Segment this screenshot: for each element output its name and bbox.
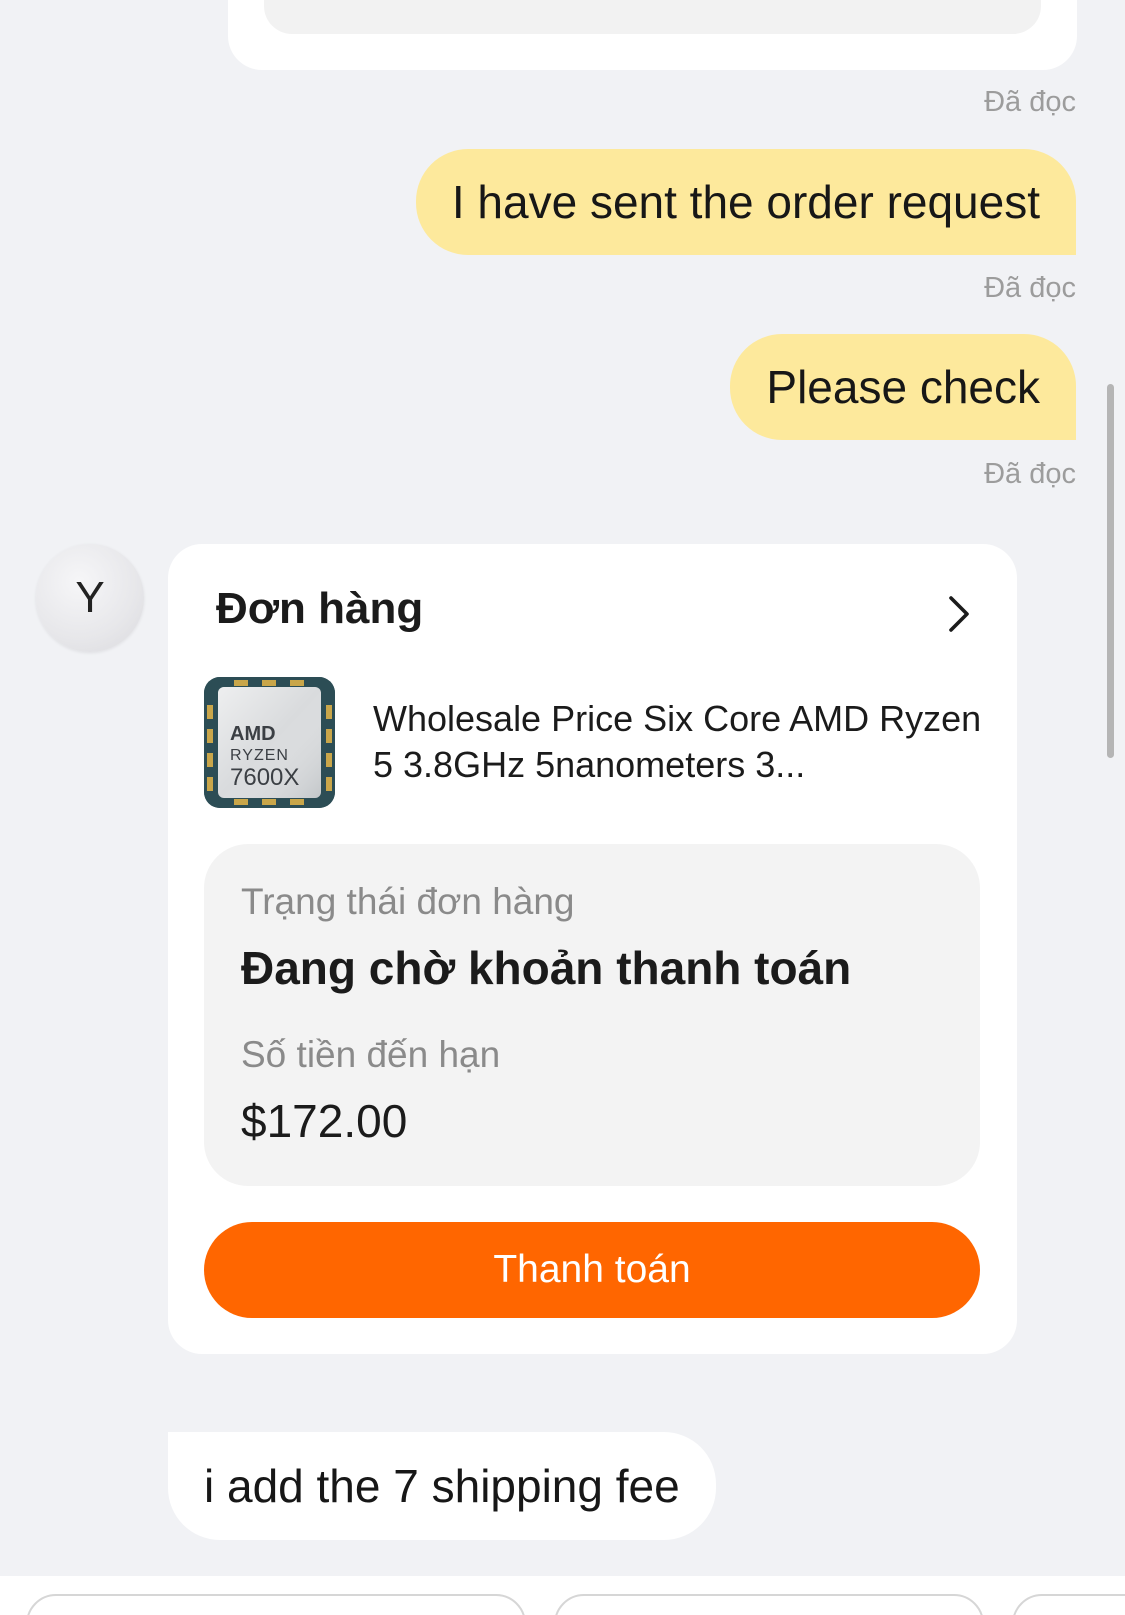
read-receipt: Đã đọc <box>984 458 1076 490</box>
order-status-value: Đang chờ khoản thanh toán <box>241 942 852 994</box>
quick-reply-chip[interactable] <box>554 1594 984 1615</box>
avatar[interactable]: Y <box>36 544 144 652</box>
order-card[interactable]: Đơn hàng AMD RYZEN 7600X Wholesale Price… <box>168 544 1017 1354</box>
amount-due-value: $172.00 <box>241 1095 408 1147</box>
chip-brand-text: AMD <box>230 723 276 745</box>
order-status-box: Trạng thái đơn hàng Đang chờ khoản thanh… <box>204 844 980 1186</box>
chevron-right-icon[interactable] <box>941 592 977 636</box>
quick-reply-chip[interactable] <box>26 1594 526 1615</box>
product-image[interactable]: AMD RYZEN 7600X <box>204 677 335 808</box>
quick-reply-bar <box>0 1576 1125 1615</box>
amount-due-label: Số tiền đến hạn <box>241 1034 501 1075</box>
pay-button[interactable]: Thanh toán <box>204 1222 980 1318</box>
scrollbar[interactable] <box>1107 384 1114 758</box>
outgoing-message-bubble[interactable]: Please check <box>730 334 1076 440</box>
incoming-message-bubble[interactable]: i add the 7 shipping fee <box>168 1432 716 1540</box>
read-receipt: Đã đọc <box>984 272 1076 304</box>
cpu-chip-image: AMD RYZEN 7600X <box>204 677 335 808</box>
outgoing-message-bubble[interactable]: I have sent the order request <box>415 149 1076 255</box>
order-status-label: Trạng thái đơn hàng <box>241 881 575 922</box>
chip-model-text: 7600X <box>230 764 299 791</box>
product-title[interactable]: Wholesale Price Six Core AMD Ryzen 5 3.8… <box>373 696 983 788</box>
read-receipt: Đã đọc <box>984 86 1076 118</box>
previous-card-inner-box <box>264 0 1041 34</box>
previous-message-card <box>228 0 1077 70</box>
chip-series-text: RYZEN <box>230 747 289 764</box>
quick-reply-chip[interactable] <box>1012 1594 1125 1615</box>
order-card-title: Đơn hàng <box>216 584 424 633</box>
